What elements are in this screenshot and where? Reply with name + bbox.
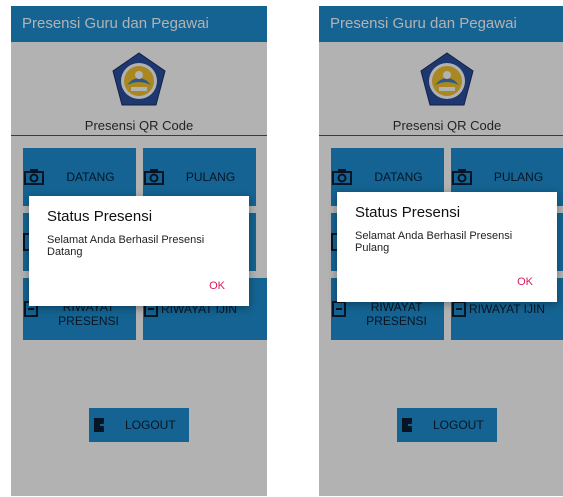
dialog-message: Selamat Anda Berhasil Presensi Pulang <box>355 230 513 254</box>
phone-screen-datang: Presensi Guru dan Pegawai Presensi QR Co… <box>11 6 267 496</box>
dialog-title: Status Presensi <box>355 204 461 221</box>
status-dialog: Status Presensi Selamat Anda Berhasil Pr… <box>29 196 249 306</box>
dialog-title: Status Presensi <box>47 208 153 225</box>
ok-button[interactable]: OK <box>517 276 533 288</box>
ok-button[interactable]: OK <box>209 280 225 292</box>
dialog-message: Selamat Anda Berhasil Presensi Datang <box>47 234 205 258</box>
phone-screen-pulang: Presensi Guru dan Pegawai Presensi QR Co… <box>319 6 563 496</box>
status-dialog: Status Presensi Selamat Anda Berhasil Pr… <box>337 192 557 302</box>
